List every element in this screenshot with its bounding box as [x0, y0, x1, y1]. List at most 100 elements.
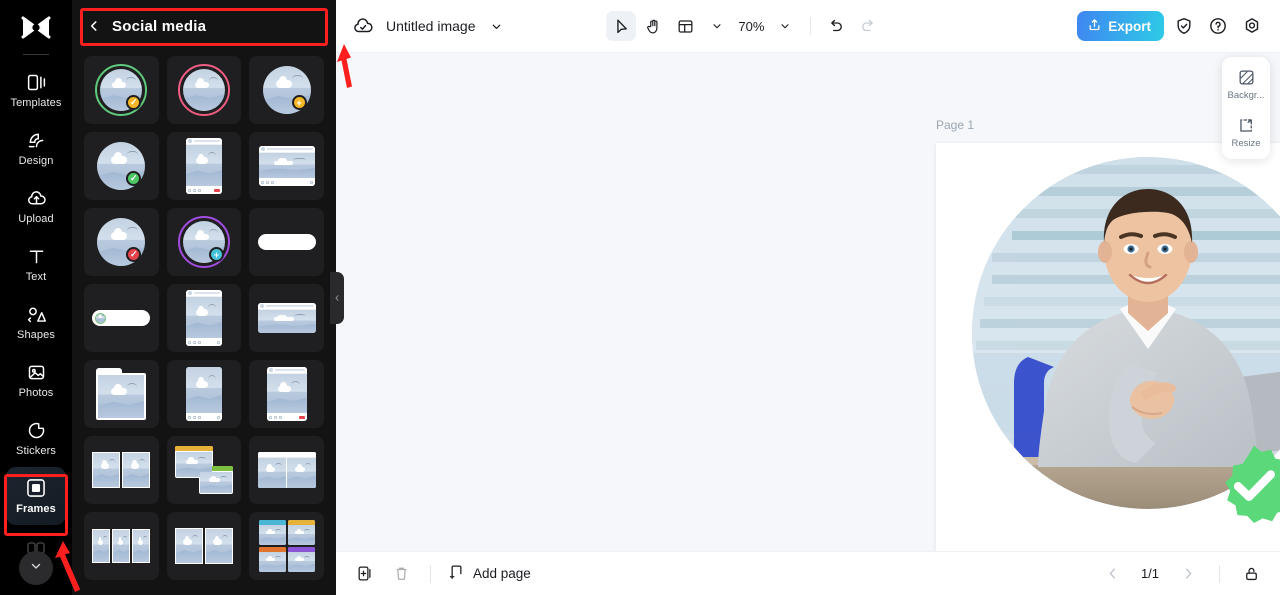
undo-icon[interactable] [821, 11, 851, 41]
thumb-photo [199, 472, 232, 493]
thumb-photo [185, 297, 222, 338]
thumb-card [185, 138, 222, 194]
rail-item-label: Templates [10, 97, 62, 109]
rail-item-design[interactable]: Design [6, 119, 66, 177]
thumb-folder [96, 368, 147, 420]
upload-cloud-icon [25, 187, 47, 209]
duplicate-page-icon[interactable] [352, 561, 378, 587]
phone-post-frame[interactable] [166, 360, 242, 428]
circle-green-ring-frame[interactable]: ✓ [84, 56, 159, 124]
gear-icon[interactable] [1238, 12, 1266, 40]
wide-toolbar-frame[interactable] [249, 284, 324, 352]
story-post-card-frame[interactable] [166, 132, 242, 200]
shield-check-icon[interactable] [1170, 12, 1198, 40]
feed-post-card-frame[interactable] [249, 132, 324, 200]
thumb-stacked [174, 444, 233, 496]
triple-split-frame[interactable] [84, 512, 159, 580]
social-post-frame[interactable] [249, 360, 324, 428]
design-page[interactable] [936, 143, 1280, 551]
export-button-label: Export [1108, 18, 1151, 34]
thumb-photo [185, 145, 222, 186]
resize-tool-button[interactable]: Resize [1222, 115, 1270, 149]
templates-icon [25, 71, 47, 93]
circle-purple-ring-frame[interactable]: + [166, 208, 242, 276]
rail-item-label: Text [25, 271, 47, 283]
rail-item-text[interactable]: Text [6, 235, 66, 293]
toolbar-tools: 70% [606, 11, 883, 41]
post-window-frame[interactable] [166, 284, 242, 352]
thumb-photo [204, 528, 233, 564]
pill-bar-frame[interactable] [249, 208, 324, 276]
zoom-level-value[interactable]: 70% [734, 19, 768, 34]
next-page-button[interactable] [1175, 561, 1201, 587]
chevron-down-icon[interactable] [488, 17, 506, 35]
layout-grid-icon[interactable] [670, 11, 700, 41]
resize-icon [1236, 115, 1256, 135]
thumb-split [174, 528, 233, 564]
background-tool-button[interactable]: Backgr... [1222, 67, 1270, 101]
thumb-photo [257, 458, 287, 488]
frames-panel: Social media ✓ + ✓ ✓ + [72, 0, 344, 595]
trash-icon [388, 561, 414, 587]
rail-item-upload[interactable]: Upload [6, 177, 66, 235]
question-circle-icon[interactable] [1204, 12, 1232, 40]
pill-avatar-frame[interactable] [84, 284, 159, 352]
thumb-ring [177, 64, 230, 116]
circle-pink-ring-frame[interactable] [166, 56, 242, 124]
top-toolbar: Untitled image 70% Export [336, 0, 1280, 53]
thumb-card [258, 146, 315, 186]
quad-color-frame[interactable] [249, 512, 324, 580]
rail-item-photos[interactable]: Photos [6, 351, 66, 409]
bottom-bar: Add page 1/1 [336, 551, 1280, 595]
page-label: Page 1 [936, 118, 975, 132]
circle-x-badge-frame[interactable]: ✓ [84, 208, 159, 276]
cloud-saved-icon[interactable] [350, 13, 376, 39]
page-navigation: 1/1 [1099, 561, 1264, 587]
thumb-card [185, 367, 222, 421]
export-button[interactable]: Export [1077, 11, 1164, 41]
stacked-windows-frame[interactable] [166, 436, 242, 504]
rail-item-label: Upload [18, 213, 54, 225]
zoom-chevron-down-icon[interactable] [770, 11, 800, 41]
right-tool-label: Resize [1231, 138, 1261, 149]
document-title[interactable]: Untitled image [386, 18, 476, 34]
thumb-card [185, 290, 222, 346]
add-page-icon [447, 563, 466, 585]
capcut-logo-icon[interactable] [16, 12, 56, 46]
panel-collapse-handle[interactable] [330, 272, 344, 324]
lock-open-icon[interactable] [1238, 561, 1264, 587]
photos-icon [25, 361, 47, 383]
bottom-divider-2 [1219, 564, 1220, 583]
panel-back-button[interactable] [86, 18, 102, 34]
background-swatch-icon [1236, 67, 1256, 87]
canvas-area[interactable]: Page 1 Backgr... Resize [336, 53, 1280, 551]
browser-two-frame[interactable] [249, 436, 324, 504]
frames-grid: ✓ + ✓ ✓ + [72, 52, 336, 595]
rail-item-stickers[interactable]: Stickers [6, 409, 66, 467]
thumb-photo [185, 367, 222, 413]
thumb-photo [258, 153, 315, 178]
thumb-quad [258, 520, 315, 572]
add-page-button[interactable]: Add page [447, 563, 531, 585]
verified-check-badge-icon[interactable] [1212, 443, 1280, 527]
folder-frame[interactable] [84, 360, 159, 428]
thumb-photo [257, 310, 316, 333]
cursor-select-icon[interactable] [606, 11, 637, 41]
layout-chevron-down-icon[interactable] [702, 11, 732, 41]
rail-item-templates[interactable]: Templates [6, 61, 66, 119]
prev-page-button[interactable] [1099, 561, 1125, 587]
thumb-circle: + [177, 216, 230, 268]
thumb-pill [92, 310, 151, 326]
hand-pan-icon[interactable] [638, 11, 668, 41]
panel-header: Social media [72, 0, 336, 52]
rail-more-button[interactable] [19, 551, 53, 585]
rail-item-shapes[interactable]: Shapes [6, 293, 66, 351]
split-two-frame[interactable] [84, 436, 159, 504]
panel-title: Social media [112, 17, 207, 35]
thumb-photo [112, 529, 131, 563]
circle-check-badge-frame[interactable]: ✓ [84, 132, 159, 200]
circle-plus-badge-frame[interactable]: + [249, 56, 324, 124]
thumb-browser [257, 452, 316, 488]
double-split-frame[interactable] [166, 512, 242, 580]
rail-item-frames[interactable]: Frames [6, 467, 66, 525]
